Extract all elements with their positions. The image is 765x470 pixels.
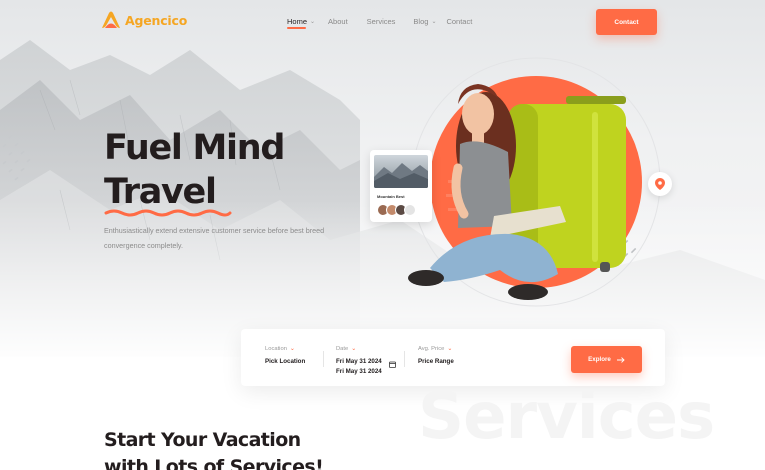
services-section-title: Start Your Vacation with Lots of Service… xyxy=(104,427,324,470)
price-field[interactable]: Avg. Price ⌄ Price Range xyxy=(418,345,454,366)
destination-title: Mountain Best xyxy=(377,194,405,199)
nav-item-label: About xyxy=(328,17,348,26)
price-label-row: Avg. Price ⌄ xyxy=(418,345,454,353)
brand-name: Agencico xyxy=(125,12,188,28)
section-title-line-2: with Lots of Services! xyxy=(104,456,324,470)
chevron-down-icon: ⌄ xyxy=(289,346,295,352)
chevron-down-icon: ⌄ xyxy=(447,346,453,352)
location-label-row: Location ⌄ xyxy=(265,345,305,353)
underline-squiggle xyxy=(104,209,232,217)
location-pin-badge[interactable] xyxy=(648,172,672,196)
main-nav: Home ⌄ About Services Blog ⌄ Contact xyxy=(287,17,472,29)
chevron-down-icon: ⌄ xyxy=(351,346,357,352)
nav-item-contact[interactable]: Contact xyxy=(446,17,472,26)
hero-headline: Fuel Mind Travel xyxy=(104,126,285,217)
nav-item-home[interactable]: Home ⌄ xyxy=(287,17,316,29)
chevron-down-icon: ⌄ xyxy=(310,19,316,25)
headline-line-2-wrap: Travel xyxy=(104,170,232,217)
section-title-line-1: Start Your Vacation xyxy=(104,429,301,451)
explore-label: Explore xyxy=(588,356,611,363)
nav-item-blog[interactable]: Blog ⌄ xyxy=(413,17,436,26)
active-underline xyxy=(287,27,306,29)
destination-thumbnail xyxy=(374,155,428,188)
nav-item-services[interactable]: Services xyxy=(367,17,396,26)
site-header: Agencico Home ⌄ About Services Blog ⌄ Co… xyxy=(0,0,765,44)
services-watermark: Services xyxy=(418,380,715,454)
headline-line-2: Travel xyxy=(104,172,217,212)
calendar-icon[interactable] xyxy=(389,361,396,368)
date-label-row: Date ⌄ xyxy=(336,345,382,353)
destination-card[interactable]: Mountain Best xyxy=(370,150,432,222)
date-field[interactable]: Date ⌄ Fri May 31 2024 Fri May 31 2024 xyxy=(336,345,382,376)
nav-item-label: Services xyxy=(366,17,396,26)
nav-item-about[interactable]: About xyxy=(328,17,348,26)
nav-item-label: Contact xyxy=(446,17,473,26)
trip-search-bar: Location ⌄ Pick Location Date ⌄ Fri May … xyxy=(241,329,665,386)
brand-logo[interactable]: Agencico xyxy=(100,10,187,30)
divider xyxy=(404,351,405,367)
divider xyxy=(323,351,324,367)
avatar xyxy=(404,204,416,216)
date-from-value: Fri May 31 2024 xyxy=(336,358,382,365)
avatar-group xyxy=(377,204,416,216)
map-pin-icon xyxy=(655,178,665,190)
location-label: Location xyxy=(265,345,287,352)
location-field[interactable]: Location ⌄ Pick Location xyxy=(265,345,306,366)
date-label: Date xyxy=(336,345,349,352)
date-to-value: Fri May 31 2024 xyxy=(336,368,382,375)
price-value: Price Range xyxy=(418,358,454,365)
contact-button[interactable]: Contact xyxy=(596,9,657,35)
page: Agencico Home ⌄ About Services Blog ⌄ Co… xyxy=(0,0,765,470)
location-value: Pick Location xyxy=(265,358,306,365)
arrow-right-icon xyxy=(616,356,625,363)
explore-button[interactable]: Explore xyxy=(571,346,642,373)
logo-icon xyxy=(102,11,120,28)
headline-line-1: Fuel Mind xyxy=(104,128,285,168)
nav-item-label: Blog xyxy=(413,17,429,26)
nav-item-label: Home xyxy=(287,17,308,26)
price-label: Avg. Price xyxy=(418,345,445,352)
chevron-down-icon: ⌄ xyxy=(431,19,437,25)
hero-description: Enthusiastically extend extensive custom… xyxy=(104,226,325,250)
